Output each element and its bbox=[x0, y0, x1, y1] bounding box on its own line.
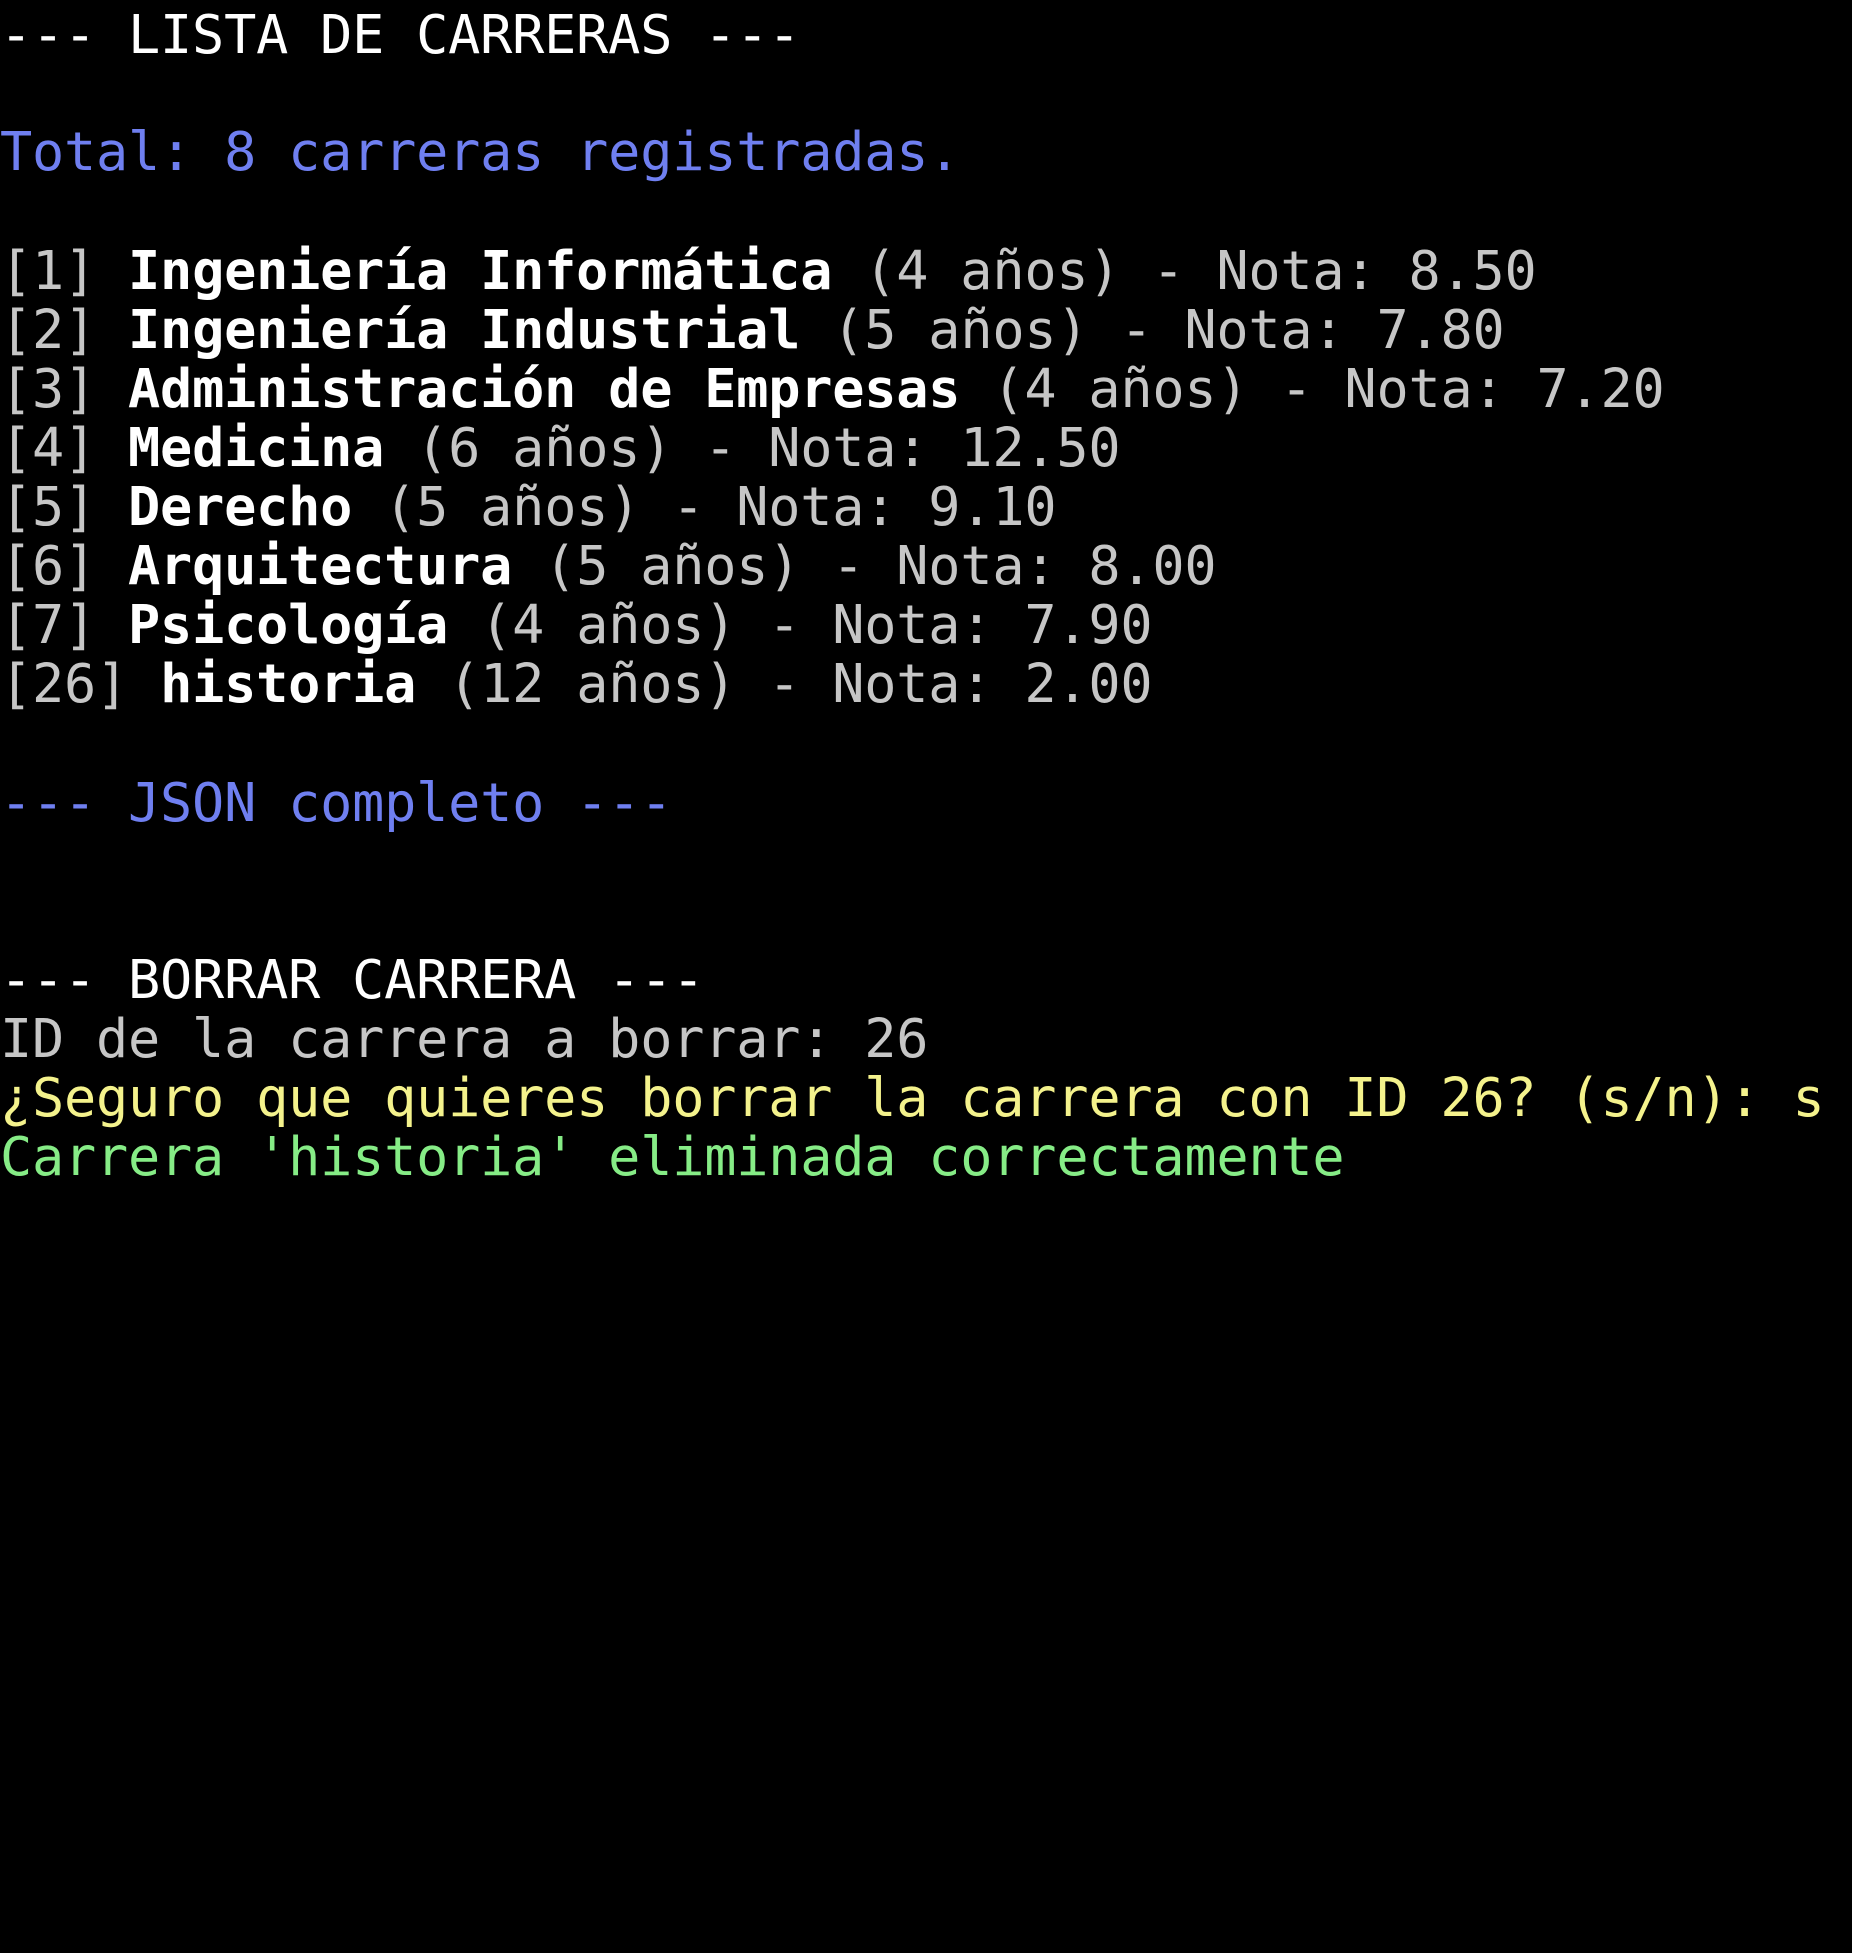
career-name: Ingeniería Industrial bbox=[128, 298, 801, 361]
career-details: (5 años) - Nota: 8.00 bbox=[544, 534, 1217, 597]
terminal-output[interactable]: --- LISTA DE CARRERAS --- Total: 8 carre… bbox=[0, 0, 1852, 1430]
career-id: [6] bbox=[0, 534, 97, 597]
career-details: (4 años) - Nota: 8.50 bbox=[864, 239, 1537, 302]
json-section-title: --- JSON completo --- bbox=[0, 771, 673, 834]
career-id: [1] bbox=[0, 239, 97, 302]
list-title: --- LISTA DE CARRERAS --- bbox=[0, 3, 801, 66]
career-details: (4 años) - Nota: 7.90 bbox=[480, 593, 1153, 656]
career-row: [26] historia (12 años) - Nota: 2.00 bbox=[0, 649, 1153, 719]
career-details: (5 años) - Nota: 9.10 bbox=[384, 475, 1057, 538]
career-id: [4] bbox=[0, 416, 97, 479]
career-name: historia bbox=[160, 652, 417, 715]
career-id: [2] bbox=[0, 298, 97, 361]
career-name: Derecho bbox=[128, 475, 353, 538]
career-name: Arquitectura bbox=[128, 534, 513, 597]
career-name: Psicología bbox=[128, 593, 449, 656]
delete-success-message: Carrera 'historia' eliminada correctamen… bbox=[0, 1125, 1345, 1188]
career-details: (5 años) - Nota: 7.80 bbox=[832, 298, 1505, 361]
career-name: Medicina bbox=[128, 416, 385, 479]
total-count: Total: 8 carreras registradas. bbox=[0, 120, 961, 183]
career-name: Ingeniería Informática bbox=[128, 239, 833, 302]
career-name: Administración de Empresas bbox=[128, 357, 961, 420]
career-details: (6 años) - Nota: 12.50 bbox=[416, 416, 1121, 479]
career-details: (4 años) - Nota: 7.20 bbox=[992, 357, 1665, 420]
career-id: [3] bbox=[0, 357, 97, 420]
career-id: [5] bbox=[0, 475, 97, 538]
career-details: (12 años) - Nota: 2.00 bbox=[448, 652, 1153, 715]
career-id: [7] bbox=[0, 593, 97, 656]
career-id: [26] bbox=[0, 652, 129, 715]
